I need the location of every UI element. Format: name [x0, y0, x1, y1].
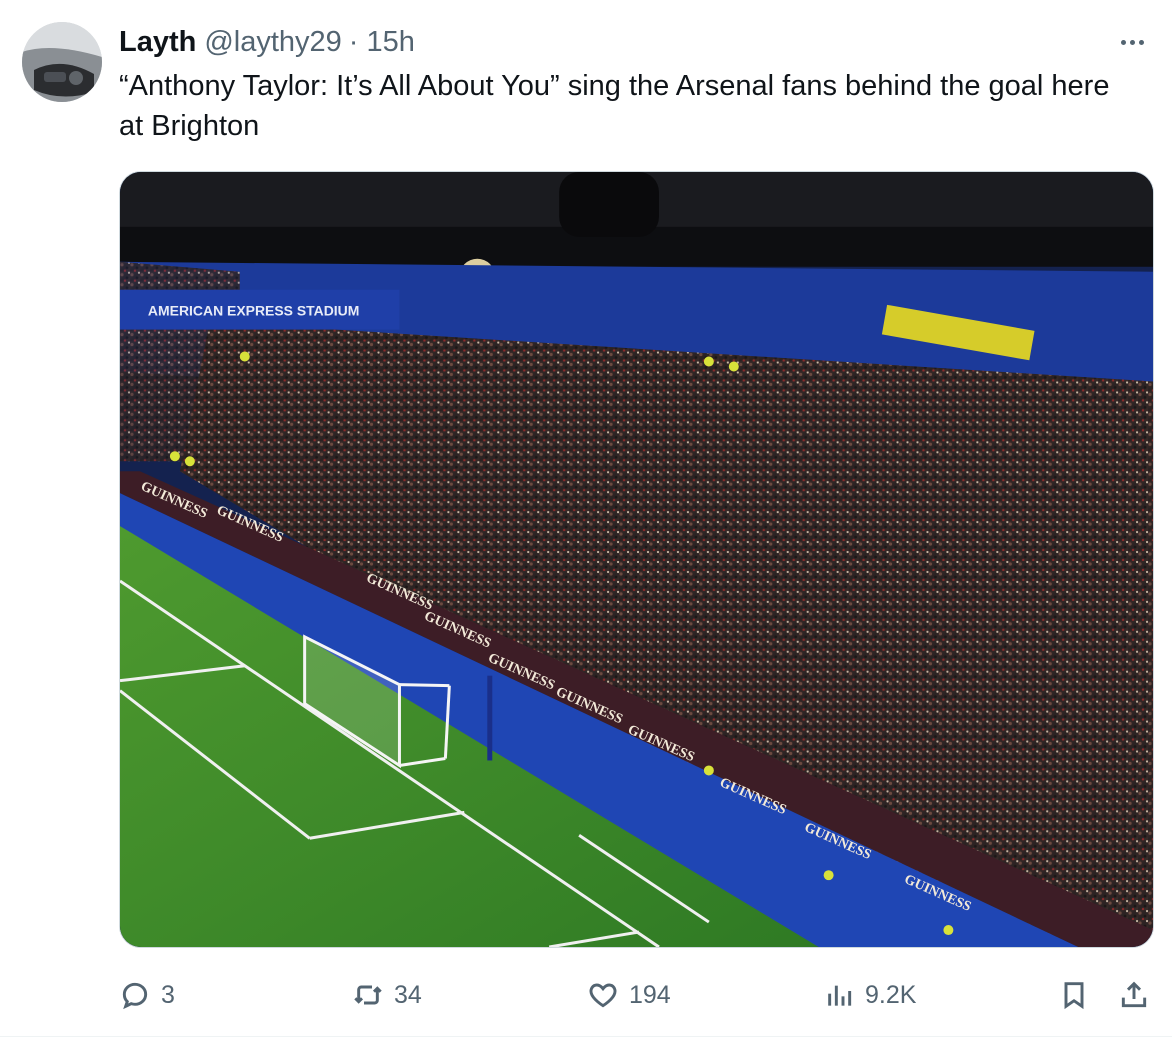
divider — [0, 1036, 1172, 1037]
tweet-header: Layth @laythy29 · 15h — [119, 24, 415, 60]
reply-button[interactable]: 3 — [119, 974, 175, 1016]
tweet-photo[interactable]: AMERICAN EXPRESS STADIUM GUINNESS GUINNE… — [119, 171, 1154, 948]
bookmark-icon — [1064, 982, 1084, 1010]
share-icon — [1121, 981, 1147, 1008]
author-handle[interactable]: @laythy29 — [204, 26, 341, 59]
reply-icon — [122, 982, 148, 1010]
more-icon[interactable] — [1114, 30, 1150, 54]
avatar-image — [22, 22, 102, 102]
share-button[interactable] — [1118, 974, 1152, 1016]
separator-dot: · — [348, 25, 359, 58]
retweet-count: 34 — [394, 980, 422, 1009]
avatar[interactable] — [22, 22, 102, 102]
like-button[interactable]: 194 — [587, 974, 671, 1016]
bookmark-button[interactable] — [1058, 974, 1092, 1016]
views-icon — [828, 985, 852, 1006]
tweet-text: “Anthony Taylor: It’s All About You” sin… — [119, 70, 1110, 142]
retweet-icon — [354, 985, 382, 1005]
timestamp[interactable]: 15h — [366, 26, 414, 59]
more-dot — [1138, 39, 1144, 45]
author-name[interactable]: Layth — [119, 26, 196, 59]
stadium-photo: AMERICAN EXPRESS STADIUM GUINNESS GUINNE… — [120, 172, 1153, 947]
post — [487, 675, 493, 761]
reply-count: 3 — [161, 980, 175, 1009]
more-dot — [1129, 39, 1135, 45]
views-button[interactable]: 9.2K — [823, 974, 916, 1016]
action-bar: 3 34 194 9.2K — [119, 974, 1154, 1016]
retweet-button[interactable]: 34 — [352, 974, 422, 1016]
view-count: 9.2K — [865, 980, 917, 1009]
heart-icon — [589, 983, 617, 1008]
more-dot — [1120, 39, 1126, 45]
stadium-board-text: AMERICAN EXPRESS STADIUM — [148, 303, 359, 319]
like-count: 194 — [629, 980, 671, 1009]
